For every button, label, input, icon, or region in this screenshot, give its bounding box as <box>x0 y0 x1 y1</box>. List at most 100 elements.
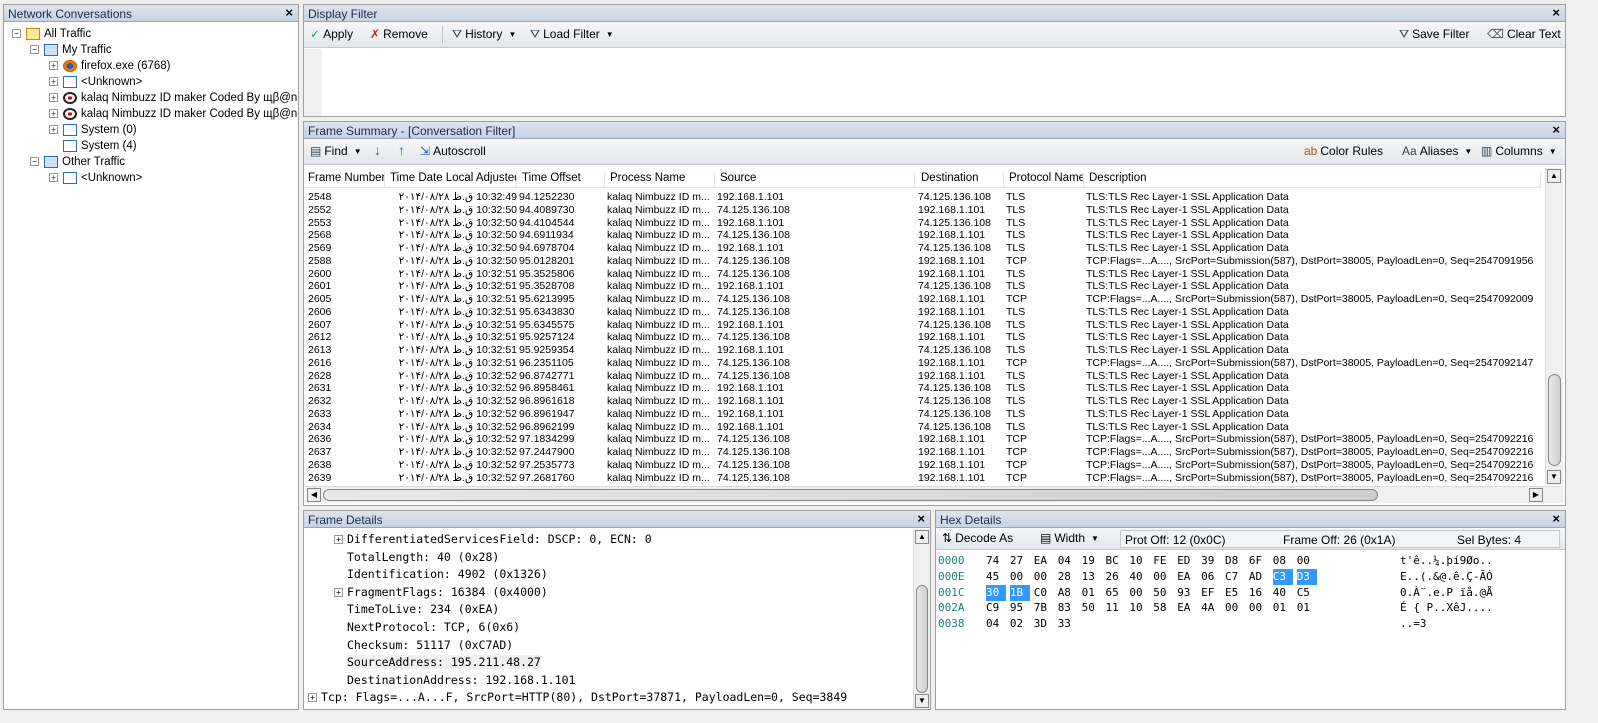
scrollbar-thumb[interactable] <box>1548 374 1561 466</box>
hex-byte[interactable]: C9 <box>986 600 1006 616</box>
table-row[interactable]: 2601 10:32:51 ق.ظ ۲۰۱۴/۰۸/۲۸ 95.3528708 kal… <box>305 280 1541 293</box>
table-row[interactable]: 2553 10:32:50 ق.ظ ۲۰۱۴/۰۸/۲۸ 94.4104544 kal… <box>305 217 1541 230</box>
hex-byte[interactable]: 1B <box>1009 584 1030 601</box>
scroll-down-icon[interactable]: ▼ <box>915 694 929 708</box>
hex-byte[interactable]: E5 <box>1225 585 1245 601</box>
hex-byte[interactable]: C5 <box>1297 585 1317 601</box>
table-row[interactable]: 2600 10:32:51 ق.ظ ۲۰۱۴/۰۸/۲۸ 95.3525806 kal… <box>305 268 1541 281</box>
hex-byte[interactable]: 04 <box>986 616 1006 632</box>
scroll-right-icon[interactable]: ▶ <box>1529 488 1543 502</box>
width-button[interactable]: ▤ Width ▼ <box>1040 531 1099 545</box>
hex-byte[interactable]: 06 <box>1201 569 1221 585</box>
column-header[interactable]: Frame Number <box>305 172 385 188</box>
column-header[interactable]: Time Offset <box>519 172 605 188</box>
detail-line[interactable]: +TotalLength: 40 (0x28) <box>334 549 499 566</box>
hex-byte[interactable]: 33 <box>1058 616 1078 632</box>
expand-icon[interactable]: + <box>334 587 343 597</box>
table-row[interactable]: 2636 10:32:52 ق.ظ ۲۰۱۴/۰۸/۲۸ 97.1834299 kal… <box>305 433 1541 446</box>
hex-byte[interactable]: 02 <box>1010 616 1030 632</box>
hex-byte[interactable]: C7 <box>1225 569 1245 585</box>
tree-node-kalaq-2[interactable]: +kalaq Nimbuzz ID maker Coded By щβ@n.c.… <box>49 106 298 121</box>
scroll-down-icon[interactable]: ▼ <box>1547 470 1561 484</box>
history-button[interactable]: ⛛ History ▼ <box>452 27 516 41</box>
remove-button[interactable]: ✗ Remove <box>370 27 428 41</box>
column-header[interactable]: Destination <box>918 172 1004 188</box>
clear-text-button[interactable]: ⌫ Clear Text <box>1487 27 1561 41</box>
hex-byte[interactable]: 16 <box>1249 585 1269 601</box>
expand-icon[interactable]: + <box>49 77 58 86</box>
detail-line[interactable]: +SourceAddress: 195.211.48.27 <box>334 654 541 671</box>
tcp-line[interactable]: + Tcp: Flags=...A...F, SrcPort=HTTP(80), … <box>308 689 847 706</box>
table-row[interactable]: 2606 10:32:51 ق.ظ ۲۰۱۴/۰۸/۲۸ 95.6343830 kal… <box>305 306 1541 319</box>
expand-icon[interactable]: + <box>49 125 58 134</box>
hex-byte[interactable]: 83 <box>1058 600 1078 616</box>
collapse-icon[interactable]: − <box>30 45 39 54</box>
hex-byte[interactable]: D3 <box>1296 568 1317 585</box>
hex-byte[interactable]: 00 <box>1249 600 1269 616</box>
expand-icon[interactable]: + <box>334 535 343 544</box>
detail-line[interactable]: +Checksum: 51117 (0xC7AD) <box>334 637 513 654</box>
hex-byte[interactable]: 00 <box>1297 553 1317 569</box>
hex-byte[interactable]: 11 <box>1106 600 1126 616</box>
hex-byte[interactable]: 27 <box>1010 553 1030 569</box>
table-row[interactable]: 2605 10:32:51 ق.ظ ۲۰۱۴/۰۸/۲۸ 95.6213995 kal… <box>305 293 1541 306</box>
hex-byte[interactable]: 30 <box>986 584 1006 601</box>
table-row[interactable]: 2588 10:32:50 ق.ظ ۲۰۱۴/۰۸/۲۸ 95.0128201 kal… <box>305 255 1541 268</box>
save-filter-button[interactable]: ⛛ Save Filter <box>1399 27 1469 41</box>
aliases-button[interactable]: Aa Aliases ▼ <box>1402 144 1472 158</box>
decode-as-button[interactable]: ⇅ Decode As <box>942 531 1013 545</box>
hex-byte[interactable]: 13 <box>1082 569 1102 585</box>
hex-byte[interactable]: 00 <box>1034 569 1054 585</box>
hex-byte[interactable]: 01 <box>1273 600 1293 616</box>
hex-byte[interactable]: 10 <box>1129 553 1149 569</box>
hex-byte[interactable]: 08 <box>1273 553 1293 569</box>
prev-up-button[interactable]: ↑ <box>398 143 405 157</box>
expand-icon[interactable]: + <box>49 61 58 70</box>
filter-text-area[interactable] <box>304 49 1565 116</box>
color-rules-button[interactable]: ab Color Rules <box>1304 144 1383 158</box>
table-row[interactable]: 2613 10:32:51 ق.ظ ۲۰۱۴/۰۸/۲۸ 95.9259354 kal… <box>305 344 1541 357</box>
hex-byte[interactable]: EA <box>1034 553 1054 569</box>
tree-node-system-0[interactable]: + System (0) <box>49 122 137 137</box>
table-row[interactable]: 2637 10:32:52 ق.ظ ۲۰۱۴/۰۸/۲۸ 97.2447900 kal… <box>305 446 1541 459</box>
column-header[interactable]: Description <box>1086 172 1541 188</box>
close-icon[interactable]: × <box>1552 5 1560 20</box>
close-icon[interactable]: × <box>917 511 925 526</box>
table-row[interactable]: 2612 10:32:51 ق.ظ ۲۰۱۴/۰۸/۲۸ 95.9257124 kal… <box>305 331 1541 344</box>
table-row[interactable]: 2616 10:32:51 ق.ظ ۲۰۱۴/۰۸/۲۸ 96.2351105 kal… <box>305 357 1541 370</box>
table-row[interactable]: 2634 10:32:52 ق.ظ ۲۰۱۴/۰۸/۲۸ 96.8962199 kal… <box>305 421 1541 434</box>
hex-byte[interactable]: EF <box>1201 585 1221 601</box>
hex-byte[interactable]: 6F <box>1249 553 1269 569</box>
hex-byte[interactable]: C3 <box>1272 568 1293 585</box>
hex-byte[interactable]: 74 <box>986 553 1006 569</box>
detail-line[interactable]: +TimeToLive: 234 (0xEA) <box>334 601 499 618</box>
tree-node-my-traffic[interactable]: − My Traffic <box>30 42 112 57</box>
table-row[interactable]: 2569 10:32:50 ق.ظ ۲۰۱۴/۰۸/۲۸ 94.6978704 kal… <box>305 242 1541 255</box>
hex-byte[interactable]: 40 <box>1273 585 1293 601</box>
expand-icon[interactable]: + <box>49 93 58 102</box>
table-row[interactable]: 2628 10:32:52 ق.ظ ۲۰۱۴/۰۸/۲۸ 96.8742771 kal… <box>305 370 1541 383</box>
hex-byte[interactable]: 00 <box>1225 600 1245 616</box>
scrollbar-thumb[interactable] <box>323 489 1378 501</box>
hex-byte[interactable]: 39 <box>1201 553 1221 569</box>
hex-byte[interactable]: AD <box>1249 569 1269 585</box>
hex-byte[interactable]: 4A <box>1201 600 1221 616</box>
collapse-icon[interactable]: − <box>12 29 21 38</box>
hex-byte[interactable]: 50 <box>1153 585 1173 601</box>
table-row[interactable]: 2568 10:32:50 ق.ظ ۲۰۱۴/۰۸/۲۸ 94.6911934 kal… <box>305 229 1541 242</box>
expand-icon[interactable]: + <box>49 109 58 118</box>
tree-node-other-unknown[interactable]: + <Unknown> <box>49 170 142 185</box>
tree-node-other-traffic[interactable]: − Other Traffic <box>30 154 125 169</box>
expand-icon[interactable]: + <box>308 693 317 703</box>
close-icon[interactable]: × <box>1552 122 1560 137</box>
hex-byte[interactable]: 00 <box>1129 585 1149 601</box>
table-row[interactable]: 2607 10:32:51 ق.ظ ۲۰۱۴/۰۸/۲۸ 95.6345575 kal… <box>305 319 1541 332</box>
detail-line[interactable]: +Identification: 4902 (0x1326) <box>334 566 548 583</box>
hex-byte[interactable]: C0 <box>1034 585 1054 601</box>
table-row[interactable]: 2638 10:32:52 ق.ظ ۲۰۱۴/۰۸/۲۸ 97.2535773 kal… <box>305 459 1541 472</box>
hex-byte[interactable]: 40 <box>1129 569 1149 585</box>
hex-byte[interactable]: 45 <box>986 569 1006 585</box>
close-icon[interactable]: × <box>285 5 293 20</box>
hex-byte[interactable]: 93 <box>1177 585 1197 601</box>
autoscroll-button[interactable]: ⇲ Autoscroll <box>420 144 486 158</box>
